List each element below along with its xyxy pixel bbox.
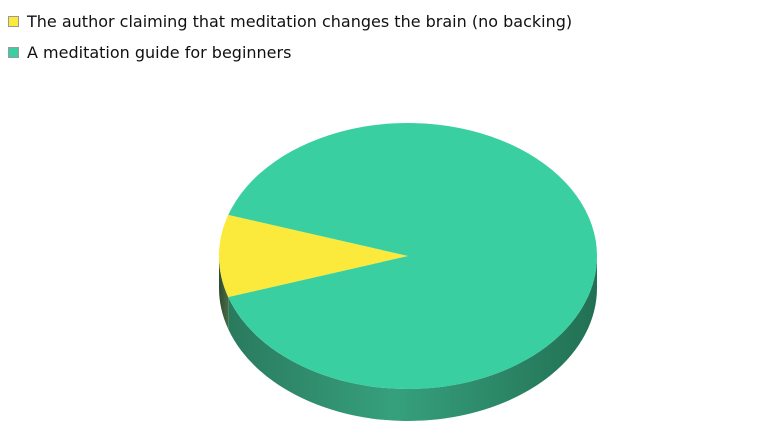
pie-tops xyxy=(218,123,598,390)
pie-chart xyxy=(218,123,598,421)
